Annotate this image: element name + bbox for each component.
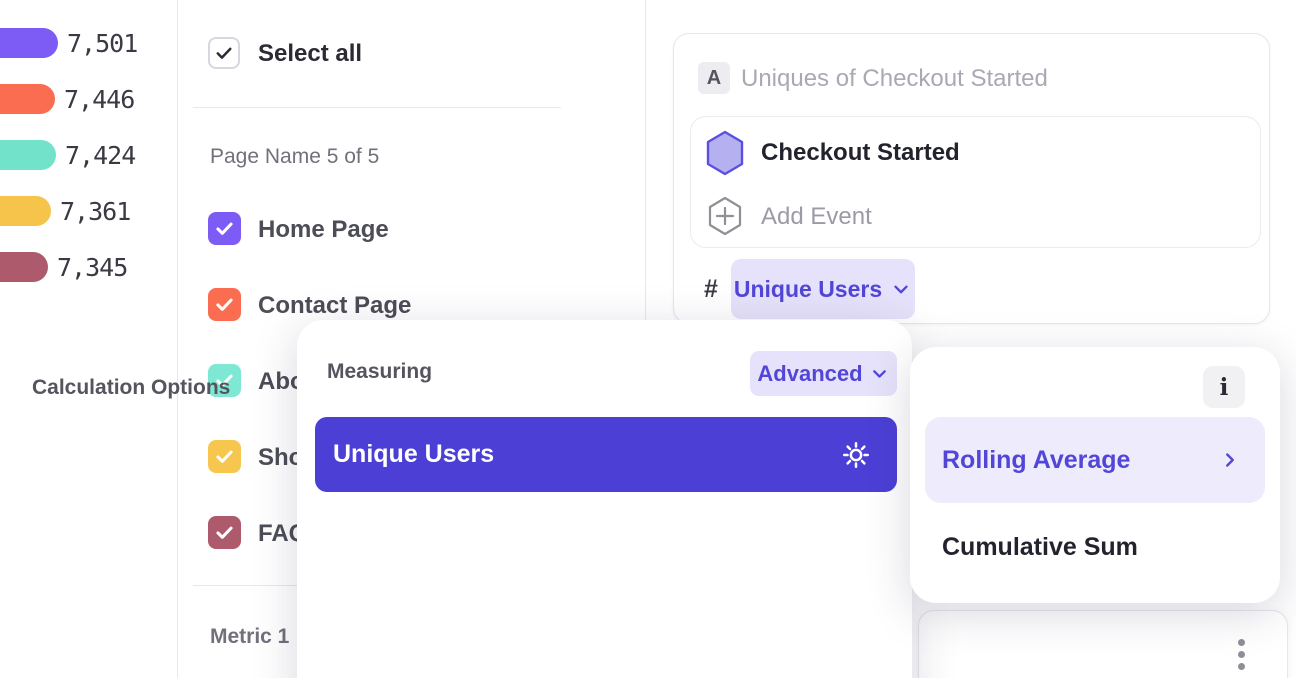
kebab-menu-icon[interactable] (1238, 639, 1245, 670)
check-icon (214, 446, 235, 467)
bar-segment (0, 252, 48, 282)
check-icon (214, 218, 235, 239)
calculation-options-title: Calculation Options (32, 376, 230, 400)
event-card: Checkout Started Add Event (690, 116, 1261, 248)
measure-dropdown[interactable]: Unique Users (731, 259, 915, 319)
select-all-label: Select all (258, 40, 362, 68)
event-hexagon-icon (705, 130, 745, 176)
metric-label: Metric 1 (210, 625, 289, 649)
check-icon (214, 522, 235, 543)
info-icon[interactable]: i (1203, 366, 1245, 408)
menu-item-label: Unique Users (333, 440, 494, 469)
event-name[interactable]: Checkout Started (761, 139, 960, 167)
legend-item: 7,361 (0, 196, 130, 226)
checkbox-shop-page[interactable] (208, 440, 241, 473)
bar-segment (0, 84, 55, 114)
bar-value: 7,424 (65, 141, 135, 170)
chevron-down-icon (869, 363, 890, 384)
menu-item-unique-users[interactable]: Unique Users (315, 417, 897, 492)
bar-value: 7,501 (67, 29, 137, 58)
checkbox-contact-page[interactable] (208, 288, 241, 321)
query-card-b (918, 610, 1288, 678)
advanced-label: Advanced (757, 361, 862, 387)
chevron-down-icon (890, 278, 912, 300)
menu-item-cumulative-sum[interactable]: Cumulative Sum (942, 533, 1138, 562)
bar-segment (0, 140, 56, 170)
bar-value: 7,446 (64, 85, 134, 114)
select-all-checkbox[interactable] (208, 37, 240, 69)
bar-segment (0, 196, 51, 226)
measuring-title: Measuring (327, 360, 432, 384)
bar-segment (0, 28, 58, 58)
measure-value: Unique Users (734, 276, 882, 303)
measuring-menu: Measuring Advanced Unique Users Total Ev… (297, 320, 912, 678)
menu-item-label: Rolling Average (942, 446, 1130, 475)
checkbox-label[interactable]: Contact Page (258, 292, 411, 320)
series-title-input[interactable]: Uniques of Checkout Started (741, 65, 1048, 93)
legend-item: 7,345 (0, 252, 127, 282)
query-card-a: A Uniques of Checkout Started Checkout S… (673, 33, 1270, 324)
measure-symbol: # (704, 275, 718, 304)
analytics-screen: 7,501 7,446 7,424 7,361 7,345 Select all… (0, 0, 1296, 678)
bar-value: 7,361 (60, 197, 130, 226)
bar-value: 7,345 (57, 253, 127, 282)
checkbox-home-page[interactable] (208, 212, 241, 245)
group-label: Page Name 5 of 5 (210, 145, 379, 169)
panel-divider (177, 0, 178, 678)
menu-item-rolling-average[interactable]: Rolling Average (925, 417, 1265, 503)
add-event-icon[interactable] (707, 196, 743, 236)
checkbox-label[interactable]: Home Page (258, 216, 389, 244)
check-icon (214, 294, 235, 315)
legend-item: 7,424 (0, 140, 135, 170)
legend-item: 7,446 (0, 84, 134, 114)
gear-icon[interactable] (841, 440, 871, 470)
advanced-dropdown[interactable]: Advanced (750, 351, 897, 396)
legend-item: 7,501 (0, 28, 137, 58)
check-icon (214, 43, 234, 63)
series-badge: A (698, 62, 730, 94)
add-event-label[interactable]: Add Event (761, 203, 872, 231)
checkbox-faq-page[interactable] (208, 516, 241, 549)
divider (193, 107, 561, 108)
chevron-right-icon (1219, 449, 1241, 471)
